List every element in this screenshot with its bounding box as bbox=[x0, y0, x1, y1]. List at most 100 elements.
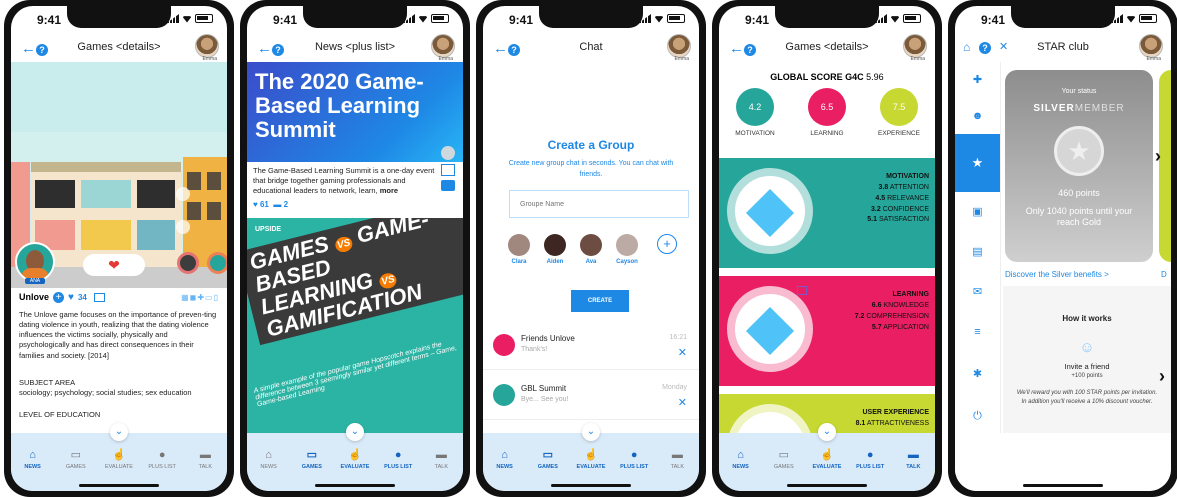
tab-talk[interactable]: ▬ TALK bbox=[421, 449, 461, 470]
add-icon[interactable]: + bbox=[53, 291, 65, 303]
character-avatar[interactable] bbox=[15, 242, 55, 282]
tab-evaluate[interactable]: ☝ EVALUATE bbox=[335, 449, 375, 470]
chat-item[interactable]: GBL Summit Bye... See you! Monday ✕ bbox=[483, 378, 699, 420]
battery-icon bbox=[903, 14, 921, 23]
chat-name: GBL Summit bbox=[521, 384, 567, 393]
tab-evaluate[interactable]: ☝ EVALUATE bbox=[571, 449, 611, 470]
tab-talk[interactable]: ▬ TALK bbox=[657, 449, 697, 470]
target-button[interactable] bbox=[207, 252, 227, 274]
next-arrow-icon[interactable]: › bbox=[1155, 146, 1161, 167]
status-card[interactable]: Your status SILVERMEMBER ★ 460 points On… bbox=[1005, 70, 1153, 262]
invite-points: +100 points bbox=[1071, 373, 1103, 379]
news-banner[interactable]: The 2020 Game-Based Learning Summit bbox=[247, 62, 463, 162]
invite-description: We'll reward you with 100 STAR points pe… bbox=[1016, 390, 1158, 405]
comment-small-icon[interactable]: ▬ bbox=[273, 200, 281, 209]
briefcase-icon[interactable]: ▣ bbox=[955, 192, 1000, 232]
score-motivation[interactable]: 4.2 MOTIVATION bbox=[725, 88, 785, 137]
power-icon[interactable]: ⏻ bbox=[955, 396, 1000, 436]
avatar bbox=[508, 234, 530, 256]
screen: 9:41 ←? Chat Emma Create a Group Create … bbox=[483, 6, 699, 491]
avatar[interactable] bbox=[667, 34, 691, 58]
star-icon[interactable]: ★ bbox=[955, 134, 1000, 192]
platform-icons: ▦◼✚▭▯ bbox=[181, 292, 219, 302]
collapse-chevron-icon[interactable]: ⌄ bbox=[346, 423, 364, 441]
settings-icon[interactable]: ✱ bbox=[955, 352, 1000, 396]
avatar-name: Emma bbox=[910, 56, 925, 62]
mail-icon[interactable]: ✉ bbox=[955, 272, 1000, 312]
collapse-chevron-icon[interactable]: ⌄ bbox=[818, 423, 836, 441]
create-button[interactable]: CREATE bbox=[571, 290, 629, 312]
close-icon[interactable]: ✕ bbox=[678, 346, 687, 359]
share-icon[interactable] bbox=[797, 286, 807, 295]
banner-title: The 2020 Game-Based Learning Summit bbox=[255, 69, 424, 143]
record-button[interactable] bbox=[177, 252, 199, 274]
tab-talk[interactable]: ▬ TALK bbox=[893, 449, 933, 470]
collapse-chevron-icon[interactable]: ⌄ bbox=[582, 423, 600, 441]
badge-icon[interactable]: ▤ bbox=[955, 232, 1000, 272]
tab-plus-list[interactable]: ● PLUS LIST bbox=[614, 449, 654, 470]
section-motivation[interactable]: MOTIVATION 3.8 ATTENTION 4.5 RELEVANCE 3… bbox=[719, 158, 935, 268]
discover-link[interactable]: Discover the Silver benefits > bbox=[1005, 270, 1109, 279]
home-indicator bbox=[551, 484, 631, 487]
how-it-works-panel: How it works ☺ Invite a friend +100 poin… bbox=[1003, 286, 1171, 433]
tab-news[interactable]: ⌂ NEWS bbox=[721, 449, 761, 470]
group-name-input[interactable] bbox=[509, 190, 689, 218]
battery-icon bbox=[195, 14, 213, 23]
tab-games[interactable]: ▭ GAMES bbox=[528, 449, 568, 470]
phone-games-details: 9:41 ←? Games <details> Emma ANA ❤ Unlov… bbox=[4, 0, 234, 497]
like-icon[interactable]: ♥ bbox=[68, 292, 74, 303]
comment-icon[interactable] bbox=[441, 180, 455, 191]
bottom-bar bbox=[955, 433, 1171, 491]
heart-icon[interactable]: ♥ bbox=[253, 200, 258, 209]
avatar[interactable] bbox=[431, 34, 455, 58]
tab-bar: ⌂ NEWS ▭ GAMES ☝ EVALUATE ● PLUS LIST ▬ TALK bbox=[247, 433, 463, 491]
avatar[interactable] bbox=[903, 34, 927, 58]
heart-button[interactable]: ❤ bbox=[83, 254, 145, 276]
news-poster[interactable]: UPSIDE GAMES VS GAME-BASED LEARNING VS G… bbox=[247, 218, 463, 448]
next-step-arrow-icon[interactable]: › bbox=[1159, 366, 1165, 387]
tab-plus-list[interactable]: ● PLUS LIST bbox=[378, 449, 418, 470]
tab-evaluate[interactable]: ☝ EVALUATE bbox=[99, 449, 139, 470]
phone-game-scores: 9:41 ←? Games <details> Emma GLOBAL SCOR… bbox=[712, 0, 942, 497]
nav-bar: ←? Chat Emma bbox=[483, 32, 699, 62]
tab-news[interactable]: ⌂ NEWS bbox=[485, 449, 525, 470]
close-icon[interactable]: ✕ bbox=[678, 396, 687, 409]
tab-plus-list[interactable]: ● PLUS LIST bbox=[142, 449, 182, 470]
settings-icon[interactable] bbox=[441, 146, 455, 160]
tab-plus-list[interactable]: ● PLUS LIST bbox=[850, 449, 890, 470]
friend-aiden[interactable]: Aiden bbox=[541, 234, 569, 265]
tab-talk[interactable]: ▬ TALK bbox=[185, 449, 225, 470]
discover-next-link[interactable]: D bbox=[1161, 270, 1167, 279]
more-link[interactable]: more bbox=[380, 186, 398, 195]
add-friend-button[interactable]: + bbox=[657, 234, 677, 254]
chat-icon: ▬ bbox=[671, 449, 683, 461]
chat-time: 16:21 bbox=[669, 334, 687, 341]
comment-count: 2 bbox=[283, 200, 289, 209]
group-avatar-icon bbox=[493, 384, 515, 406]
tab-news[interactable]: ⌂ NEWS bbox=[13, 449, 53, 470]
tab-news[interactable]: ⌂ NEWS bbox=[249, 449, 289, 470]
section-learning[interactable]: LEARNING 6.6 KNOWLEDGE 7.2 COMPREHENSION… bbox=[719, 276, 935, 386]
score-learning[interactable]: 6.5 LEARNING bbox=[797, 88, 857, 137]
metric-comprehension: 7.2 COMPREHENSION bbox=[854, 312, 929, 320]
share-icon[interactable] bbox=[93, 292, 105, 302]
group-subtitle: Create new group chat in seconds. You ca… bbox=[508, 160, 674, 179]
score-experience[interactable]: 7.5 EXPERIENCE bbox=[869, 88, 929, 137]
group-icon[interactable]: ☻ bbox=[955, 98, 1000, 134]
collapse-chevron-icon[interactable]: ⌄ bbox=[110, 423, 128, 441]
share-icon[interactable] bbox=[441, 164, 455, 176]
avatar[interactable] bbox=[1139, 34, 1163, 58]
tab-games[interactable]: ▭ GAMES bbox=[292, 449, 332, 470]
avatar[interactable] bbox=[195, 34, 219, 58]
friend-clara[interactable]: Clara bbox=[505, 234, 533, 265]
list-icon[interactable]: ≡ bbox=[955, 312, 1000, 352]
chat-item[interactable]: Friends Unlove Thank's! 16:21 ✕ bbox=[483, 328, 699, 370]
gamepad-icon: ▭ bbox=[778, 449, 789, 461]
friend-cayson[interactable]: Cayson bbox=[613, 234, 641, 265]
add-user-icon[interactable]: ✚ bbox=[955, 62, 1000, 98]
friend-ava[interactable]: Ava bbox=[577, 234, 605, 265]
tab-games[interactable]: ▭ GAMES bbox=[764, 449, 804, 470]
tab-evaluate[interactable]: ☝ EVALUATE bbox=[807, 449, 847, 470]
chat-time: Monday bbox=[662, 384, 687, 391]
tab-games[interactable]: ▭ GAMES bbox=[56, 449, 96, 470]
